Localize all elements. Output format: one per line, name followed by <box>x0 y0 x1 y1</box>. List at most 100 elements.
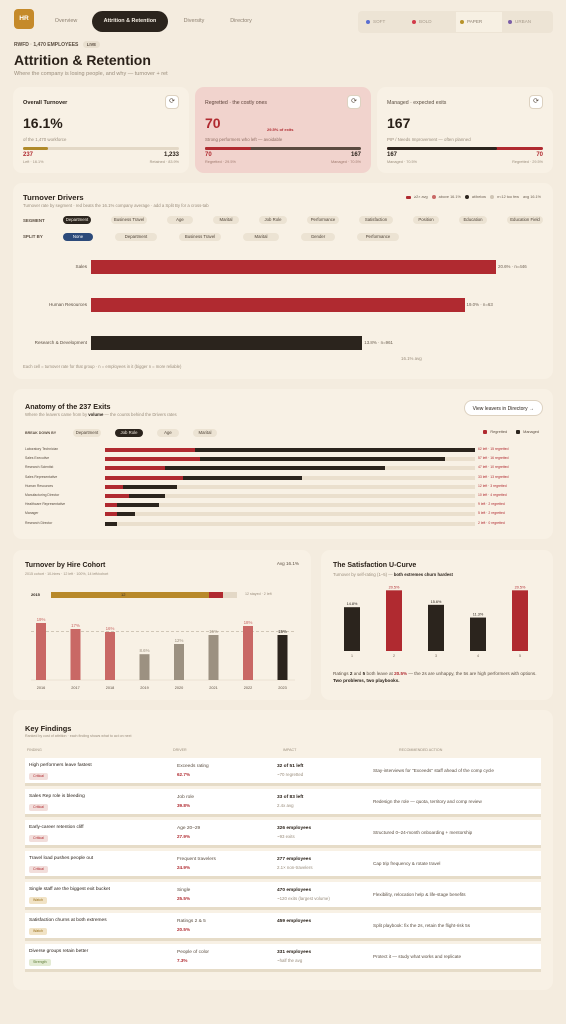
exit-bar-regretted[interactable] <box>105 484 123 489</box>
theme-dot-icon <box>460 19 464 24</box>
satisfaction-bar[interactable] <box>344 607 360 651</box>
theme-soft[interactable]: SOFT <box>362 12 406 32</box>
exit-row-label: Healthcare Representative <box>25 502 66 507</box>
finding-row[interactable]: Early-career retention cliff Critical Age … <box>25 820 541 848</box>
view-leavers-button[interactable]: View leavers in Directory → <box>463 400 543 416</box>
theme-dot-icon <box>366 19 370 24</box>
satisfaction-bar[interactable] <box>470 617 486 651</box>
finding-row[interactable]: Diverse groups retain better Strength Peop… <box>25 944 541 972</box>
satisfaction-bar[interactable] <box>428 604 444 651</box>
legend-swatch-icon <box>490 195 495 199</box>
kpi-sub: of the 1,470 workforce <box>23 137 67 142</box>
exit-bar-managed[interactable] <box>116 503 159 508</box>
segment-pill[interactable]: Job Role <box>259 216 287 224</box>
exit-bar-managed[interactable] <box>200 457 446 462</box>
exit-bar-regretted[interactable] <box>105 475 183 480</box>
refresh-icon[interactable]: ⟳ <box>165 95 179 109</box>
exit-bar-managed[interactable] <box>105 521 117 526</box>
cohort-year-label: 2018 <box>106 686 114 690</box>
segment-pill[interactable]: Business Travel <box>111 216 147 224</box>
cohort-bar[interactable] <box>277 635 288 680</box>
tab-diversity[interactable]: Diversity <box>172 11 216 32</box>
segment-pill[interactable]: Department <box>63 216 91 224</box>
kpi-left-value: 70 <box>205 152 212 158</box>
exit-bar-managed[interactable] <box>128 494 165 498</box>
tab-overview[interactable]: Overview <box>44 11 88 32</box>
segment-pill[interactable]: Education <box>459 216 487 224</box>
severity-tag: Critical <box>29 835 48 842</box>
exit-bar-regretted[interactable] <box>105 503 117 508</box>
refresh-icon[interactable]: ⟳ <box>347 95 361 109</box>
exit-bar-managed[interactable] <box>122 484 177 489</box>
exit-bar-regretted[interactable] <box>105 466 165 471</box>
breakdown-tab[interactable]: Department <box>73 429 101 437</box>
drivers-card: Turnover Drivers Turnover rate by segmen… <box>13 183 553 379</box>
cohort-bar[interactable] <box>243 626 253 680</box>
cohort-bar[interactable] <box>139 654 150 680</box>
driver-text: Single <box>177 888 191 893</box>
exit-row-label: Manufacturing Director <box>25 493 60 497</box>
action-text: Structured 0–24-month onboarding + mento… <box>373 830 473 835</box>
split-pill[interactable]: None <box>63 233 93 241</box>
exit-bar-managed[interactable] <box>194 448 475 452</box>
finding-text: Single staff are the biggest exit bucket <box>29 887 110 892</box>
satisfaction-bar-label: 14.8% <box>347 602 358 606</box>
legend-swatch-icon <box>406 195 412 199</box>
legend-swatch-icon <box>431 195 436 199</box>
app-logo[interactable]: HR <box>14 9 34 29</box>
split-pill[interactable]: Marital <box>243 233 279 241</box>
exit-bar-managed[interactable] <box>182 475 302 480</box>
finding-row[interactable]: Travel load pushes people out Critical Fre… <box>25 851 541 879</box>
cohort-bar[interactable] <box>208 635 219 680</box>
refresh-icon[interactable]: ⟳ <box>529 95 543 109</box>
finding-row[interactable]: Single staff are the biggest exit bucket… <box>25 882 541 910</box>
exit-bar-regretted[interactable] <box>105 494 129 498</box>
exit-bar-managed[interactable] <box>116 512 135 517</box>
tab-attrition[interactable]: Attrition & Retention <box>92 11 168 32</box>
breakdown-tab[interactable]: Job Role <box>115 429 143 437</box>
exit-bar-managed[interactable] <box>164 466 386 471</box>
segment-pill[interactable]: Position <box>413 216 439 224</box>
cohort-bar[interactable] <box>36 623 46 680</box>
exit-bar-regretted[interactable] <box>105 448 195 452</box>
segment-pill[interactable]: Education Field <box>507 216 543 224</box>
split-label: SPLIT BY <box>23 234 43 239</box>
kpi-left-value: 167 <box>387 152 398 158</box>
exit-bar-regretted[interactable] <box>105 457 201 462</box>
theme-paper[interactable]: PAPER <box>456 12 502 32</box>
segment-pill[interactable]: Marital <box>213 216 239 224</box>
finding-text: High performers leave fastest <box>29 763 92 768</box>
segment-pill[interactable]: Satisfaction <box>359 216 393 224</box>
satisfaction-bar[interactable] <box>512 590 528 651</box>
split-pill[interactable]: Gender <box>301 233 335 241</box>
finding-row[interactable]: High performers leave fastest Critical Exc… <box>25 758 541 786</box>
driver-bar[interactable] <box>91 298 465 312</box>
split-pill[interactable]: Business Travel <box>179 233 221 241</box>
exit-row-count: 33 left · 13 regretted <box>478 474 509 479</box>
cohort-bar[interactable] <box>70 629 81 680</box>
split-pill[interactable]: Department <box>115 233 157 241</box>
split-pill[interactable]: Performance <box>357 233 399 241</box>
breakdown-tab[interactable]: Marital <box>193 429 217 437</box>
breakdown-tab[interactable]: Age <box>157 429 179 437</box>
exit-bar-regretted[interactable] <box>105 512 117 517</box>
segment-pill[interactable]: Performance <box>307 216 339 224</box>
driver-bar[interactable] <box>91 260 496 274</box>
exit-row-count: 12 left · 3 regretted <box>478 483 507 488</box>
action-text: Protect it — study what works and replic… <box>373 954 462 959</box>
tab-directory[interactable]: Directory <box>220 11 262 32</box>
exit-row-label: Manager <box>25 511 39 516</box>
theme-bold[interactable]: BOLD <box>408 12 452 32</box>
finding-row[interactable]: Sales Rep role is bleeding Critical Job ro… <box>25 789 541 817</box>
cohort-bar[interactable] <box>105 632 115 680</box>
cohort-chart: 19% 2016 17% 2017 16% 2018 8.6% 2019 12% 2020 15% 2… <box>31 617 295 690</box>
kpi-right-value: 167 <box>350 152 361 158</box>
finding-row[interactable]: Satisfaction churns at both extremes Watc… <box>25 913 541 941</box>
driver-bar[interactable] <box>91 336 363 350</box>
segment-pill[interactable]: Age <box>167 216 193 224</box>
theme-urban[interactable]: URBAN <box>504 12 550 32</box>
cohort-year-label: 2017 <box>71 686 79 690</box>
satisfaction-bar[interactable] <box>386 590 402 651</box>
cohort-bar[interactable] <box>174 644 184 680</box>
kpi-value: 16.1% <box>23 115 63 131</box>
